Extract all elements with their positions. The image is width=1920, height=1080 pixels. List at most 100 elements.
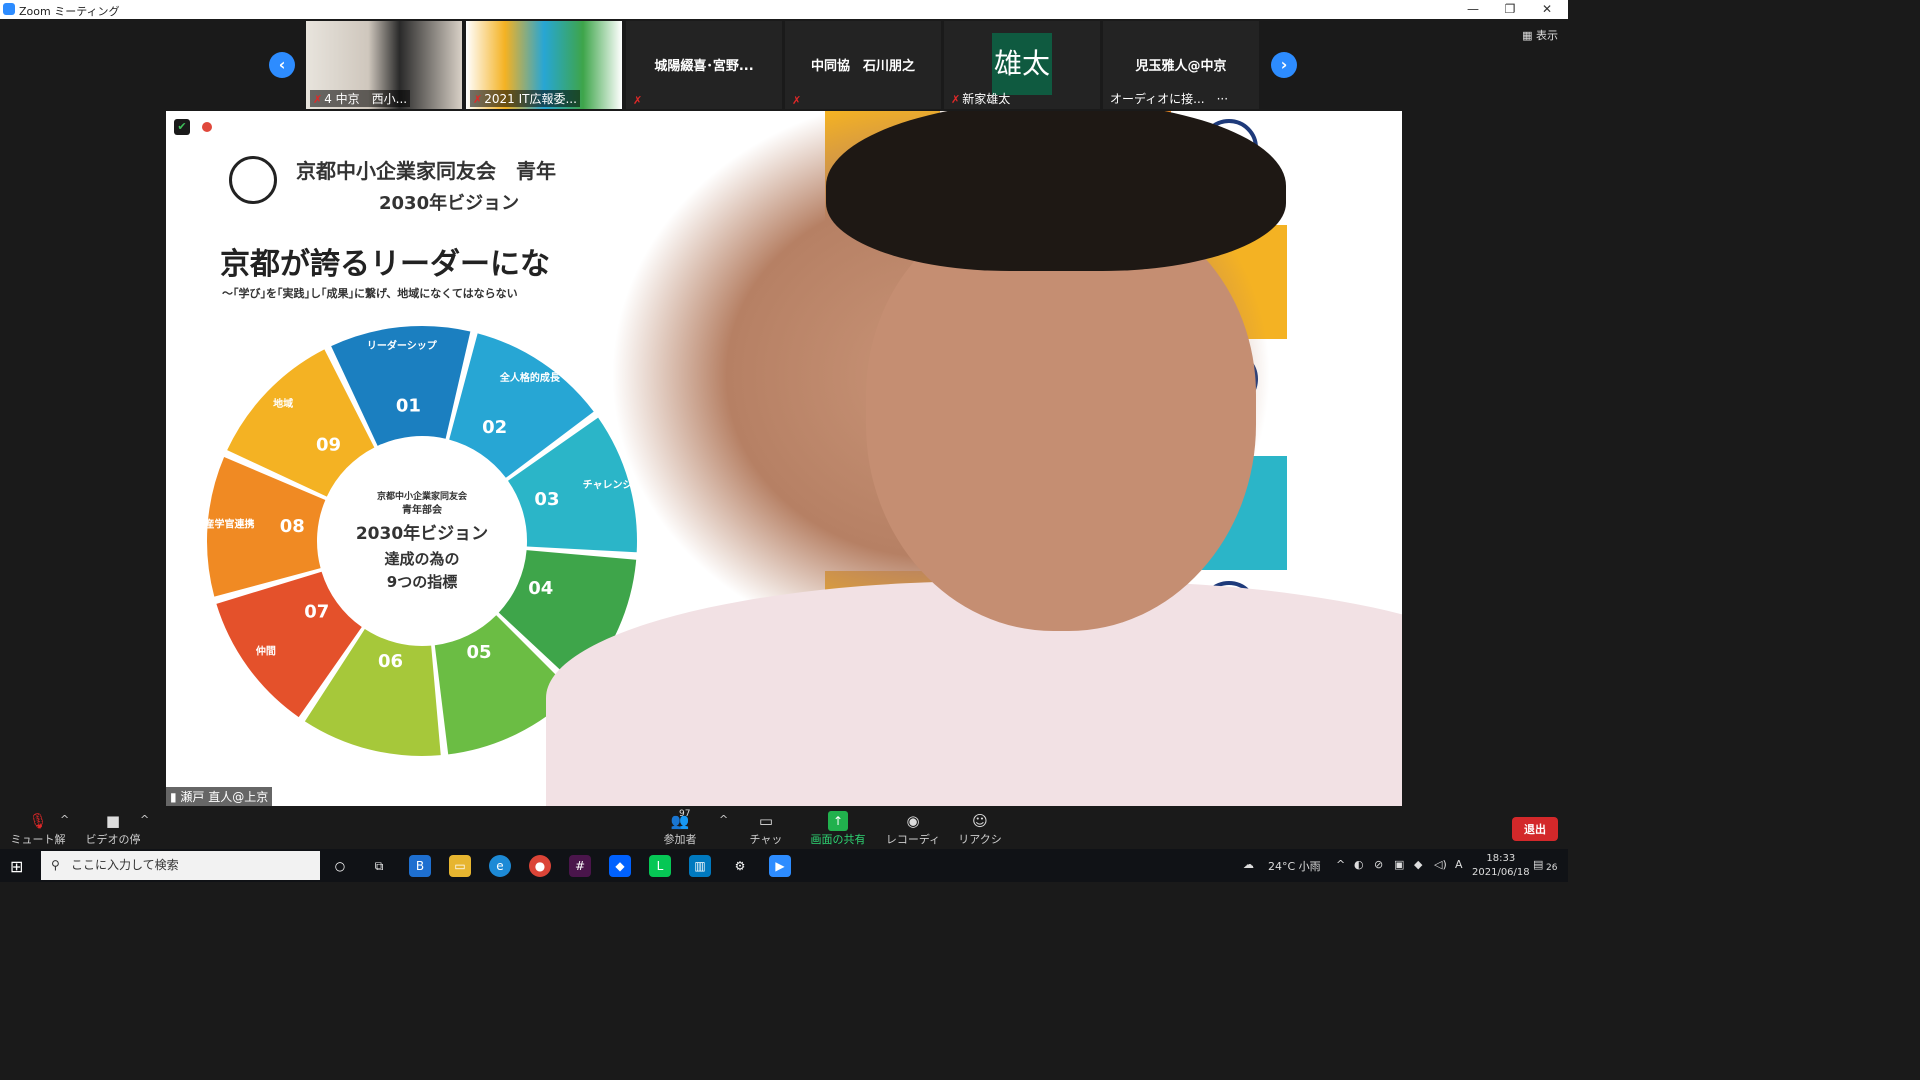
- taskbar-clock[interactable]: 18:33 2021/06/18: [1472, 852, 1530, 880]
- chat-bubble-icon: ▭: [758, 812, 774, 830]
- view-button-label: 表示: [1536, 29, 1558, 42]
- participants-button[interactable]: 👥 97 参加者: [659, 809, 701, 847]
- windows-start-icon[interactable]: ⊞: [10, 857, 23, 876]
- wheel-segment-label: 仲間: [256, 644, 276, 657]
- wheel-segment-label: リーダーシップ: [367, 339, 438, 352]
- video-options-caret[interactable]: ^: [140, 813, 149, 826]
- edge-browser-icon[interactable]: e: [489, 855, 511, 877]
- volume-icon[interactable]: ◁): [1434, 858, 1447, 871]
- trello-icon[interactable]: ▥: [689, 855, 711, 877]
- ime-indicator[interactable]: A: [1455, 858, 1463, 871]
- task-view-icon[interactable]: ⧉: [368, 855, 390, 877]
- participant-caption: ✗ 4 中京 西小...: [310, 90, 411, 107]
- cortana-icon[interactable]: ○: [329, 855, 351, 877]
- weather-text[interactable]: 24°C 小雨: [1268, 858, 1321, 874]
- share-screen-button[interactable]: ↑ 画面の共有: [810, 811, 866, 847]
- dropbox-icon[interactable]: ◆: [609, 855, 631, 877]
- minimize-button[interactable]: —: [1455, 0, 1491, 19]
- weather-icon[interactable]: ☁: [1243, 858, 1254, 871]
- chevron-left-icon: ‹: [278, 55, 286, 74]
- participants-label: 参加者: [663, 833, 697, 846]
- chevron-right-icon: ›: [1280, 55, 1288, 74]
- windows-taskbar: ⊞ ⚲ ここに入力して検索 ○ ⧉ B ▭ e ● # ◆ L ▥ ⚙ ▶ ☁ …: [0, 849, 1568, 882]
- wheel-segment-number: 01: [396, 396, 421, 417]
- clock-time: 18:33: [1486, 853, 1516, 864]
- participant-caption: ✗ 2021 IT広報委...: [470, 90, 580, 107]
- wheel-segment-number: 09: [316, 435, 341, 456]
- muted-microphone-icon: 🎙: [28, 812, 48, 830]
- participant-tile-shared-slide[interactable]: ✗ 2021 IT広報委...: [466, 21, 622, 109]
- speaker-hair: [826, 111, 1286, 271]
- line-app-icon[interactable]: L: [649, 855, 671, 877]
- muted-mic-icon: ✗: [633, 94, 643, 107]
- tray-app-icon[interactable]: ◐: [1354, 858, 1364, 871]
- muted-mic-icon: ✗: [313, 93, 323, 106]
- leave-meeting-button[interactable]: 退出: [1512, 817, 1558, 841]
- bw-app-icon[interactable]: B: [409, 855, 431, 877]
- notification-count: 26: [1546, 863, 1558, 873]
- wheel-segment-label: 産学官連携: [204, 518, 254, 531]
- participant-count: 97: [679, 809, 691, 819]
- grid-view-icon: ▦: [1522, 29, 1536, 42]
- participant-caption-text: 新家雄太: [962, 92, 1011, 106]
- participant-name: 児玉雅人@中京: [1135, 59, 1227, 74]
- next-page-button[interactable]: ›: [1271, 52, 1297, 78]
- participant-tile[interactable]: 中同協 石川朋之 ✗: [785, 21, 941, 109]
- meeting-toolbar: 🎙 ミュート解除 ^ ■ ビデオの停止 ^ 👥 97 参加者 ^ ▭ チャット …: [0, 807, 1568, 862]
- participant-avatar: 雄太: [992, 33, 1052, 95]
- main-speaker-video: 京都中小企業家同友会 青年 2030年ビジョン 京都が誇るリーダーにな 〜｢学び…: [166, 111, 1402, 806]
- search-icon: ⚲: [51, 858, 60, 872]
- zoom-taskbar-icon[interactable]: ▶: [769, 855, 791, 877]
- view-menu-button[interactable]: ▦ 表示: [1522, 27, 1558, 43]
- clock-date: 2021/06/18: [1472, 867, 1530, 878]
- network-icon[interactable]: ▣: [1394, 858, 1404, 871]
- speaker-video: [436, 111, 1402, 806]
- close-button[interactable]: ✕: [1529, 0, 1565, 19]
- share-screen-icon: ↑: [828, 811, 848, 831]
- participant-caption-text: 4 中京 西小...: [324, 92, 408, 106]
- wheel-segment-number: 07: [304, 601, 329, 622]
- restore-button[interactable]: ❐: [1492, 0, 1528, 19]
- notification-center-icon[interactable]: ▤: [1533, 858, 1543, 871]
- participant-caption-text: オーディオに接... ···: [1110, 92, 1229, 106]
- participant-name: 中同協 石川朋之: [810, 59, 915, 74]
- speaker-shirt: [546, 581, 1402, 806]
- participant-tile[interactable]: 児玉雅人@中京 オーディオに接... ···: [1103, 21, 1259, 109]
- participant-caption-text: 2021 IT広報委...: [484, 92, 577, 106]
- participant-caption: ✗ 新家雄太: [948, 90, 1013, 107]
- participant-tile-avatar[interactable]: 雄太 ✗ 新家雄太: [944, 21, 1100, 109]
- participants-options-caret[interactable]: ^: [719, 813, 728, 826]
- wheel-segment-label: 地域: [273, 397, 293, 410]
- tray-status-icon[interactable]: ⊘: [1374, 858, 1383, 871]
- signal-bars-icon: ▮: [170, 790, 181, 804]
- recording-indicator-icon: [202, 122, 212, 132]
- video-camera-icon: ■: [105, 812, 121, 830]
- active-speaker-label: ▮ 瀬戸 直人@上京: [166, 787, 273, 806]
- participant-tile-video[interactable]: ✗ 4 中京 西小...: [306, 21, 462, 109]
- file-explorer-icon[interactable]: ▭: [449, 855, 471, 877]
- muted-mic-icon: ✗: [951, 93, 961, 106]
- taskbar-search-box[interactable]: ⚲ ここに入力して検索: [41, 851, 320, 880]
- slack-icon[interactable]: #: [569, 855, 591, 877]
- wheel-segment-number: 08: [280, 516, 305, 537]
- tray-overflow-icon[interactable]: ^: [1336, 858, 1345, 871]
- org-logo-icon: [229, 156, 277, 204]
- previous-page-button[interactable]: ‹: [269, 52, 295, 78]
- muted-mic-icon: ✗: [473, 93, 483, 106]
- reaction-smiley-icon: ☺: [972, 812, 988, 830]
- taskbar-search-placeholder: ここに入力して検索: [71, 858, 179, 872]
- window-title: Zoom ミーティング: [19, 5, 120, 18]
- record-icon: ◉: [906, 812, 920, 830]
- settings-gear-icon[interactable]: ⚙: [729, 855, 751, 877]
- share-screen-label: 画面の共有: [810, 833, 866, 846]
- window-titlebar: Zoom ミーティング — ❐ ✕: [0, 0, 1568, 19]
- dropbox-tray-icon[interactable]: ◆: [1414, 858, 1422, 871]
- zoom-app-icon: [3, 3, 15, 15]
- muted-mic-icon: ✗: [792, 94, 802, 107]
- participant-tile[interactable]: 城陽綴喜･宮野... ✗: [626, 21, 782, 109]
- encryption-shield-icon[interactable]: ✔: [174, 119, 190, 135]
- participant-name: 城陽綴喜･宮野...: [654, 59, 754, 74]
- wheel-segment-number: 06: [378, 651, 403, 672]
- audio-options-caret[interactable]: ^: [60, 813, 69, 826]
- chrome-browser-icon[interactable]: ●: [529, 855, 551, 877]
